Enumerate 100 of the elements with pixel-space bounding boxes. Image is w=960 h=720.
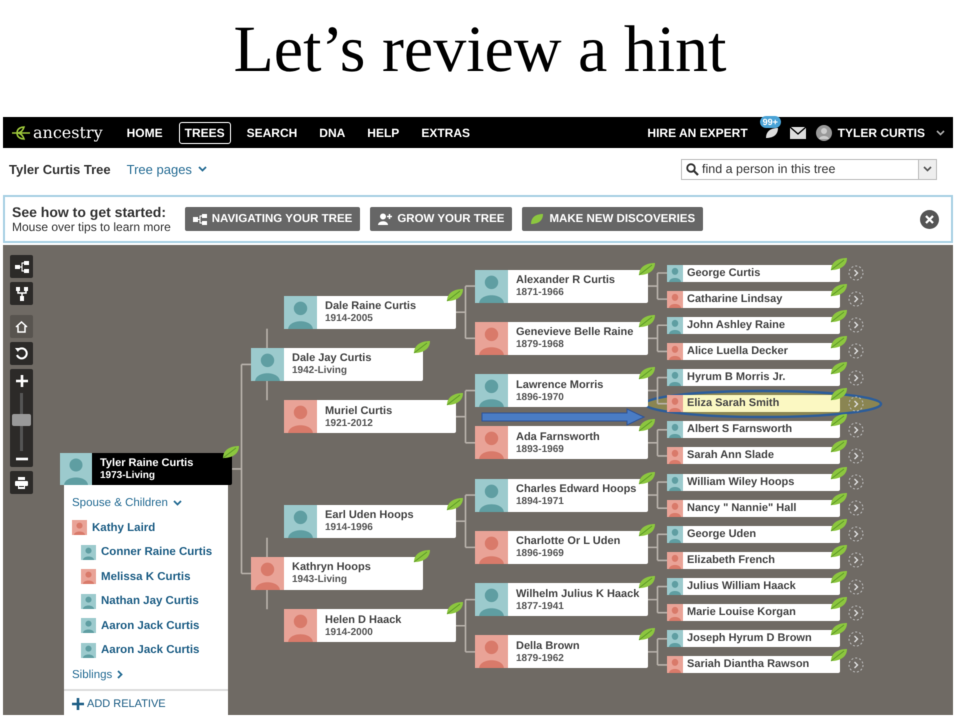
expand-button[interactable]: [848, 396, 864, 412]
person-card[interactable]: George Uden: [667, 526, 840, 543]
hint-leaf-icon[interactable]: [222, 444, 240, 459]
relative-link[interactable]: Nathan Jay Curtis: [101, 595, 199, 608]
expand-button[interactable]: [848, 370, 864, 386]
expand-button[interactable]: [848, 604, 864, 621]
nav-tab[interactable]: DNA: [313, 122, 352, 144]
hint-leaf-icon[interactable]: [638, 314, 656, 328]
person-card[interactable]: Lawrence Morris 1896-1970: [475, 374, 648, 408]
home-button[interactable]: [10, 315, 33, 338]
hint-leaf-icon[interactable]: [830, 544, 848, 558]
hint-leaf-icon[interactable]: [830, 596, 848, 610]
zoom-in-icon[interactable]: [16, 375, 28, 387]
expand-button[interactable]: [848, 630, 864, 647]
person-card[interactable]: Tyler Raine Curtis 1973-Living: [60, 452, 232, 485]
hint-leaf-icon[interactable]: [830, 570, 848, 584]
hint-leaf-icon[interactable]: [638, 470, 656, 485]
expand-button[interactable]: [848, 422, 864, 438]
relative-link[interactable]: Conner Raine Curtis: [101, 546, 212, 558]
person-card[interactable]: Catharine Lindsay: [667, 290, 840, 308]
expand-button[interactable]: [848, 656, 864, 673]
hint-leaf-icon[interactable]: [413, 548, 431, 563]
hint-leaf-icon[interactable]: [830, 387, 848, 402]
user-avatar-icon[interactable]: [816, 124, 832, 140]
person-card[interactable]: Sariah Diantha Rawson: [667, 656, 840, 674]
print-button[interactable]: [10, 471, 33, 494]
zoom-out-icon[interactable]: [16, 457, 28, 461]
hint-leaf-icon[interactable]: [446, 288, 464, 302]
hint-leaf-icon[interactable]: [446, 496, 464, 511]
hint-leaf-icon[interactable]: [830, 413, 848, 428]
hint-leaf-icon[interactable]: [446, 601, 464, 616]
add-relative-link[interactable]: ADD RELATIVE: [87, 698, 166, 710]
search-field[interactable]: find a person in this tree: [681, 158, 919, 180]
hint-leaf-icon[interactable]: [638, 575, 656, 590]
relative-link[interactable]: Aaron Jack Curtis: [101, 620, 200, 632]
hint-leaf-icon[interactable]: [413, 340, 431, 354]
hint-leaf-icon[interactable]: [638, 522, 656, 537]
person-card[interactable]: Dale Jay Curtis 1942-Living: [251, 348, 423, 381]
hint-leaf-icon[interactable]: [830, 256, 848, 270]
person-card[interactable]: Della Brown 1879-1962: [475, 635, 648, 668]
expand-button[interactable]: [848, 552, 864, 568]
expand-button[interactable]: [848, 526, 864, 542]
hint-leaf-icon[interactable]: [830, 466, 848, 480]
person-card[interactable]: Nancy " Nannie" Hall: [667, 500, 840, 517]
tree-pages-link[interactable]: Tree pages: [126, 162, 192, 176]
person-card[interactable]: Ada Farnsworth 1893-1969: [475, 426, 648, 460]
relative-link[interactable]: Melissa K Curtis: [101, 570, 190, 583]
hint-leaf-icon[interactable]: [830, 492, 848, 506]
person-card[interactable]: Charlotte Or L Uden 1896-1969: [475, 530, 648, 564]
person-card[interactable]: Joseph Hyrum D Brown: [667, 630, 840, 648]
nav-tab[interactable]: TREES: [178, 122, 231, 144]
hint-leaf-icon[interactable]: [830, 361, 848, 376]
hint-leaf-icon[interactable]: [638, 418, 656, 432]
hire-expert-link[interactable]: HIRE AN EXPERT: [641, 122, 754, 144]
expand-button[interactable]: [848, 343, 864, 360]
expand-button[interactable]: [848, 500, 864, 516]
person-card[interactable]: Alexander R Curtis 1871-1966: [475, 270, 648, 303]
person-card[interactable]: William Wiley Hoops: [667, 474, 840, 491]
nav-tab[interactable]: EXTRAS: [415, 122, 476, 144]
person-card[interactable]: Julius William Haack: [667, 578, 840, 596]
tip-button[interactable]: MAKE NEW DISCOVERIES: [522, 207, 704, 231]
expand-button[interactable]: [848, 317, 864, 334]
reset-button[interactable]: [10, 342, 33, 365]
hint-leaf-icon[interactable]: [830, 308, 848, 323]
person-card[interactable]: Helen D Haack 1914-2000: [284, 609, 456, 642]
person-card[interactable]: John Ashley Raine: [667, 316, 840, 334]
tip-button[interactable]: NAVIGATING YOUR TREE: [184, 207, 360, 231]
tip-button[interactable]: GROW YOUR TREE: [370, 207, 512, 231]
hint-leaf-icon[interactable]: [638, 627, 656, 642]
hint-leaf-icon[interactable]: [830, 334, 848, 349]
hint-leaf-icon[interactable]: [638, 262, 656, 276]
leaf-notification-icon[interactable]: [764, 126, 780, 140]
user-menu[interactable]: TYLER CURTIS: [836, 124, 926, 140]
person-card[interactable]: Sarah Ann Slade: [667, 447, 840, 464]
person-card[interactable]: Wilhelm Julius K Haack 1877-1941: [475, 583, 648, 616]
hint-leaf-icon[interactable]: [830, 439, 848, 454]
dropdown-button[interactable]: [918, 158, 937, 180]
family-view-button[interactable]: [10, 282, 33, 305]
logo-text[interactable]: ancestry: [33, 123, 103, 142]
person-card[interactable]: Marie Louise Korgan: [667, 604, 840, 622]
relative-link[interactable]: Aaron Jack Curtis: [101, 644, 200, 656]
person-card[interactable]: Muriel Curtis 1921-2012: [284, 400, 456, 434]
expand-button[interactable]: [848, 578, 864, 595]
relative-link[interactable]: Kathy Laird: [92, 522, 156, 534]
hint-leaf-icon[interactable]: [830, 282, 848, 297]
person-card[interactable]: Charles Edward Hoops 1894-1971: [475, 478, 648, 512]
expand-button[interactable]: [848, 448, 864, 464]
person-card[interactable]: Hyrum B Morris Jr.: [667, 369, 840, 386]
close-icon[interactable]: [920, 210, 939, 228]
nav-tab[interactable]: HOME: [120, 122, 169, 144]
person-card[interactable]: Kathryn Hoops 1943-Living: [251, 556, 423, 590]
nav-tab[interactable]: HELP: [361, 122, 406, 144]
hint-leaf-icon[interactable]: [830, 518, 848, 532]
person-card[interactable]: Genevieve Belle Raine 1879-1968: [475, 322, 648, 355]
spouse-children-toggle[interactable]: Spouse & Children: [72, 497, 168, 510]
zoom-slider-thumb[interactable]: [12, 414, 31, 426]
person-card[interactable]: Albert S Farnsworth: [667, 421, 840, 438]
hint-leaf-icon[interactable]: [830, 622, 848, 636]
hint-leaf-icon[interactable]: [446, 392, 464, 406]
expand-button[interactable]: [848, 291, 864, 308]
